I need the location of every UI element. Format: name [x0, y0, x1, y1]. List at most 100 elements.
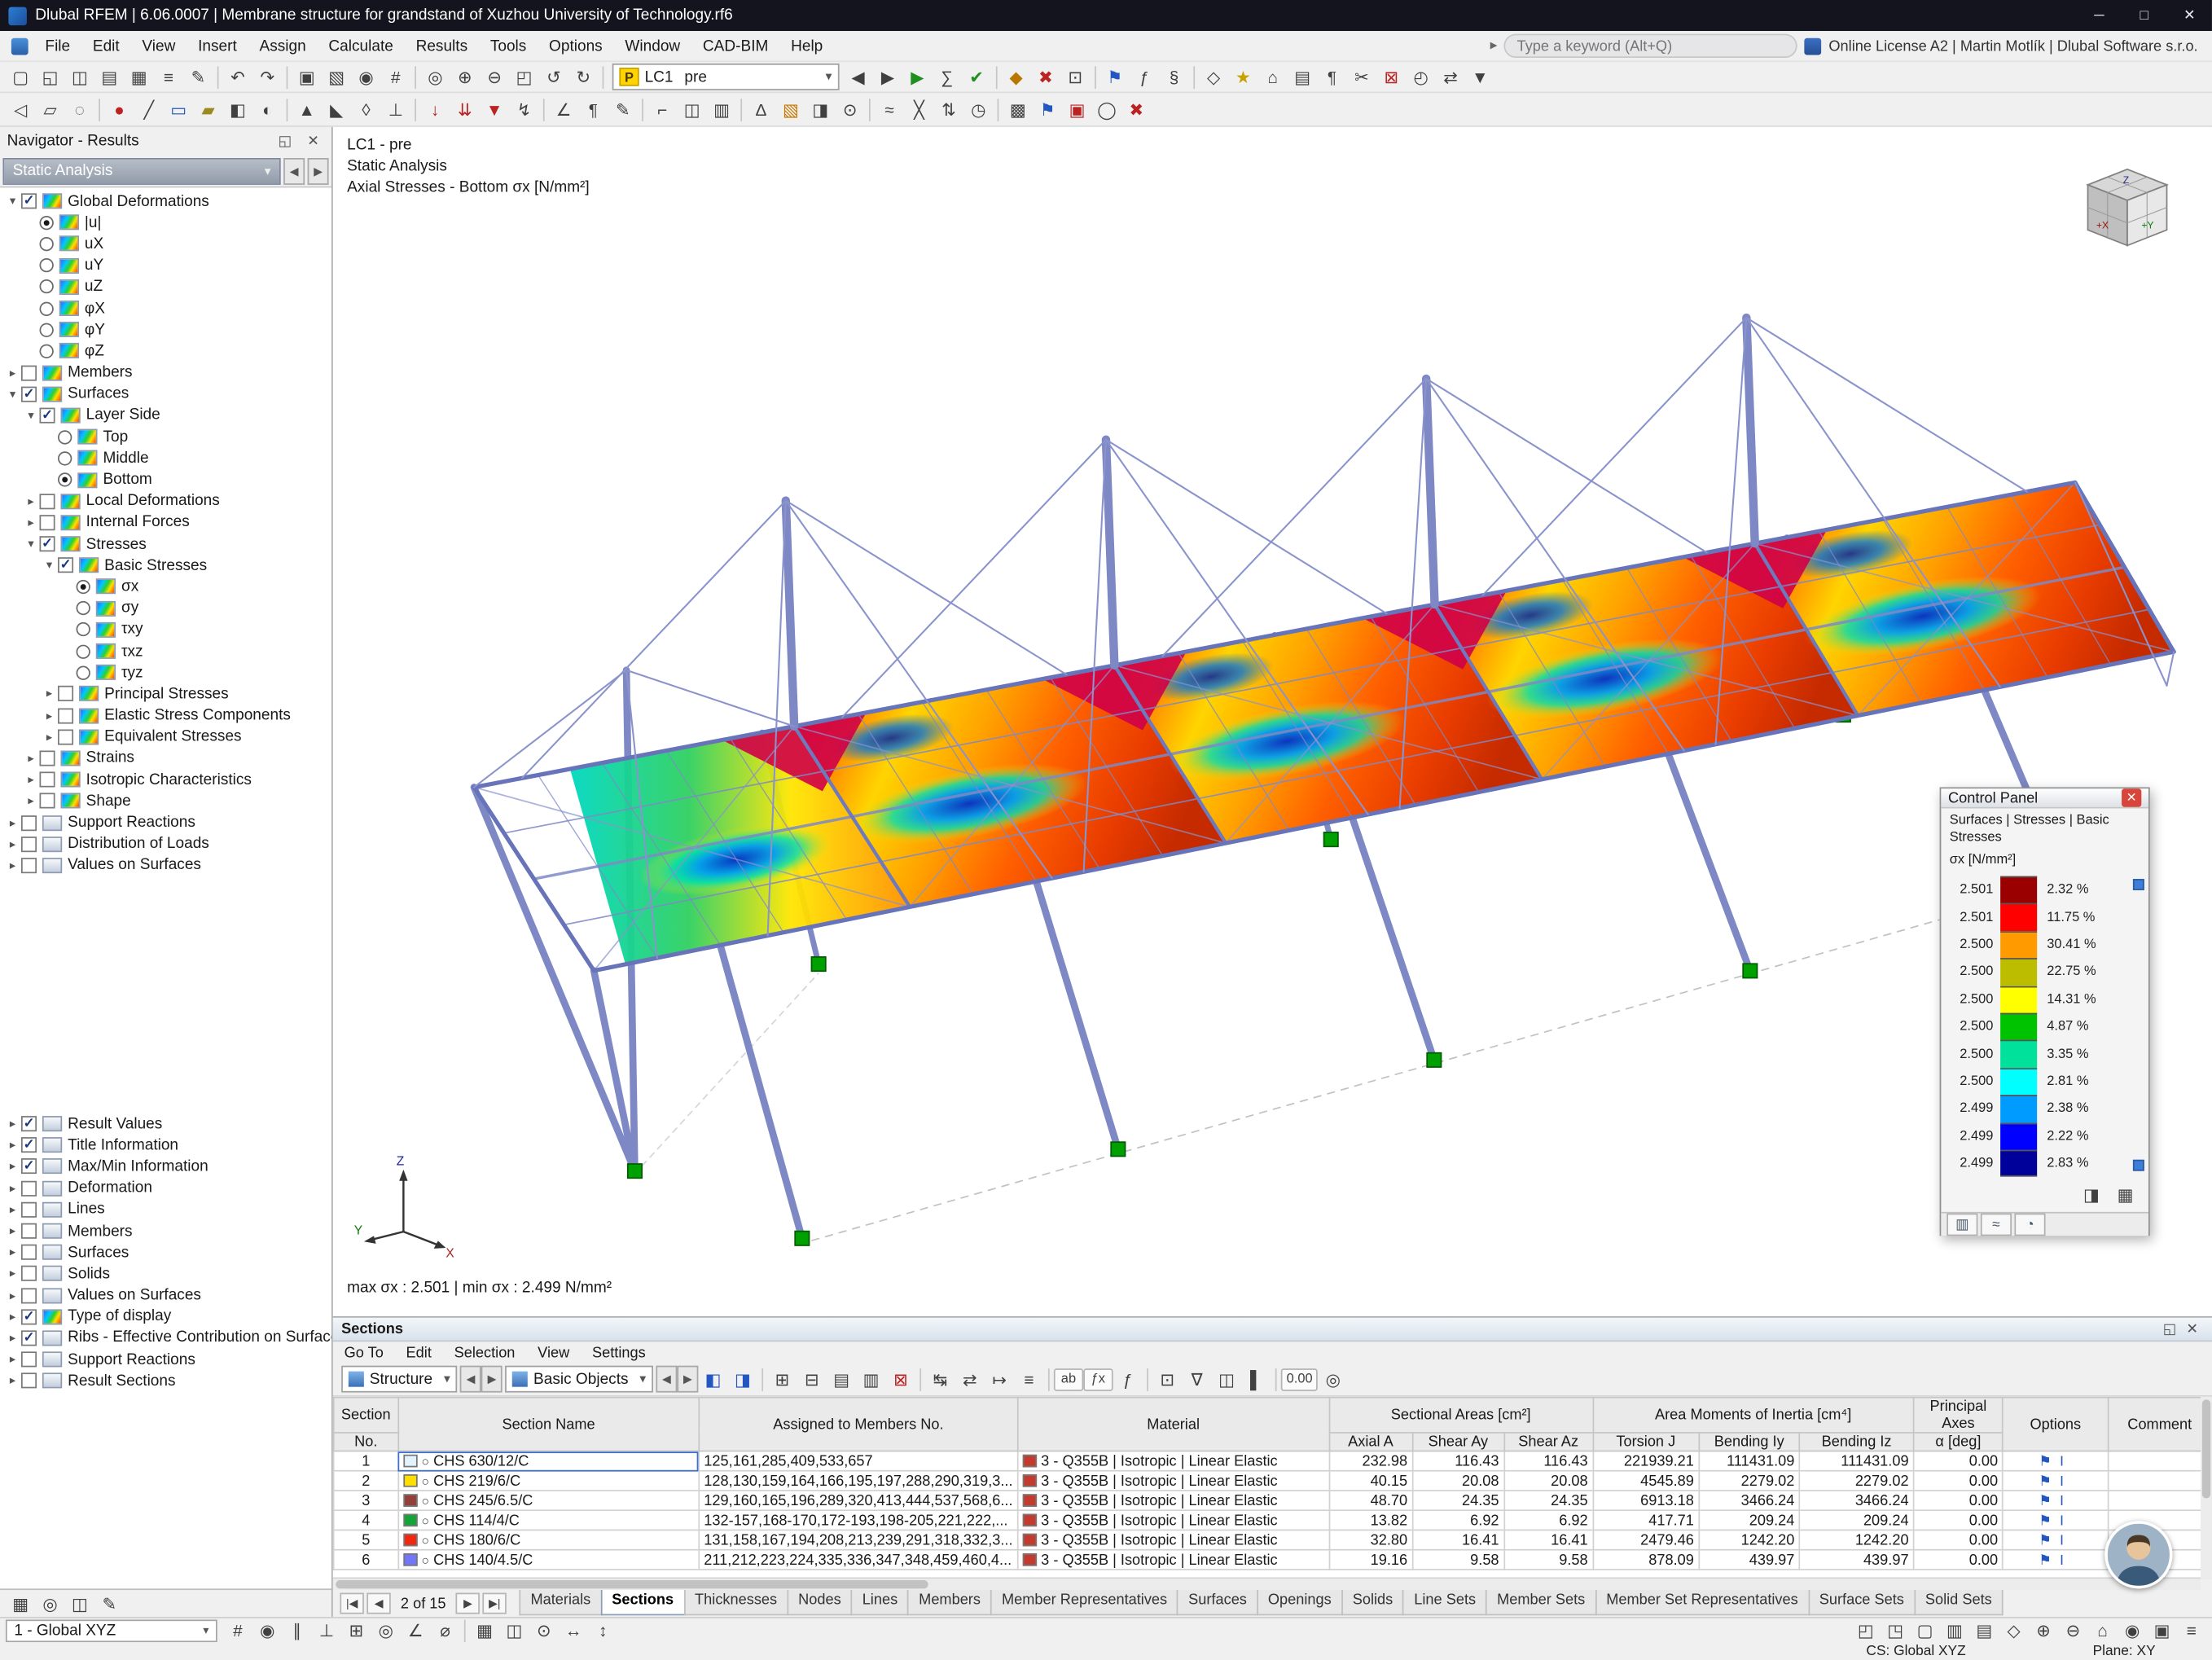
line-hinge-button[interactable]: ⊥ — [381, 96, 410, 123]
table-group-selector[interactable]: Structure ▾ — [341, 1365, 458, 1393]
checkbox[interactable] — [58, 729, 74, 745]
opening-button[interactable]: ◐ — [252, 96, 282, 123]
view-xy-button[interactable]: ▢ — [1910, 1617, 1939, 1644]
sync-graphic-button[interactable]: ⊡ — [1152, 1366, 1182, 1393]
tree-item[interactable]: ▸ Distribution of Loads — [0, 833, 331, 854]
comment-cell[interactable] — [2107, 1490, 2212, 1512]
menu-insert[interactable]: Insert — [187, 30, 248, 61]
checkbox[interactable] — [20, 364, 37, 380]
isometric-view-button[interactable]: ◇ — [1999, 1617, 2028, 1644]
table-group-prev-button[interactable]: ◀ — [459, 1365, 481, 1393]
checkbox[interactable]: ✓ — [20, 1158, 37, 1175]
bending-iy-cell[interactable]: 439.97 — [1698, 1548, 1801, 1570]
float-panel-icon[interactable]: ◱ — [274, 130, 296, 152]
menu-tools[interactable]: Tools — [479, 30, 538, 61]
alpha-cell[interactable]: 0.00 — [1912, 1450, 2004, 1472]
column-header[interactable]: Axial A — [1328, 1432, 1414, 1452]
expand-closed-icon[interactable]: ▸ — [4, 365, 21, 380]
radio-button[interactable] — [76, 579, 90, 595]
expand-closed-icon[interactable]: ▸ — [4, 837, 21, 852]
clip-button[interactable]: ✂ — [1347, 64, 1376, 90]
table-tab-line-sets[interactable]: Line Sets — [1402, 1590, 1487, 1616]
tree-item[interactable]: ▸ Solids — [0, 1263, 331, 1285]
tree-item[interactable]: uY — [0, 255, 331, 276]
import-export-button[interactable]: ⇄ — [955, 1366, 985, 1393]
checkbox[interactable] — [20, 815, 37, 831]
members-cell[interactable]: 129,160,165,196,289,320,413,444,537,568,… — [698, 1490, 1019, 1512]
table-tab-sections[interactable]: Sections — [600, 1590, 685, 1616]
member-load-button[interactable]: ⇊ — [450, 96, 480, 123]
time-history-button[interactable]: ◷ — [963, 96, 993, 123]
checkbox[interactable] — [39, 515, 55, 531]
radio-button[interactable] — [39, 323, 54, 337]
table-group-next-button[interactable]: ▶ — [481, 1365, 503, 1393]
navigator-tab-data[interactable]: ▦ — [6, 1590, 35, 1617]
previous-analysis-button[interactable]: ◀ — [283, 157, 305, 185]
table-view-button[interactable]: ◧ — [698, 1366, 727, 1393]
grid-button[interactable]: # — [381, 64, 410, 90]
next-load-case-button[interactable]: ▶ — [873, 64, 902, 90]
radio-button[interactable] — [76, 643, 90, 659]
result-tables-button[interactable]: ⊡ — [1060, 64, 1090, 90]
line-button[interactable]: ╱ — [134, 96, 164, 123]
expand-closed-icon[interactable]: ▸ — [4, 858, 21, 873]
expand-closed-icon[interactable]: ▸ — [4, 1138, 21, 1153]
checkbox[interactable]: ✓ — [20, 193, 37, 209]
fullscreen-button[interactable]: ▣ — [2147, 1617, 2176, 1644]
display-mode-button[interactable]: ▧ — [322, 64, 351, 90]
bending-iz-cell[interactable]: 2279.02 — [1798, 1469, 1915, 1491]
radio-button[interactable] — [39, 258, 54, 273]
text-comment-button[interactable]: ¶ — [578, 96, 608, 123]
clipping-box-button[interactable]: ◫ — [677, 96, 706, 123]
radio-button[interactable] — [39, 236, 54, 252]
section-name-cell[interactable]: ○ CHS 114/4/C — [397, 1509, 700, 1531]
checkbox[interactable]: ✓ — [20, 386, 37, 402]
sections-menu-selection[interactable]: Selection — [454, 1344, 516, 1361]
tree-item[interactable]: uZ — [0, 276, 331, 297]
radio-button[interactable] — [76, 622, 90, 637]
column-header[interactable]: Principal Axes — [1912, 1396, 2004, 1434]
torsion-cell[interactable]: 878.09 — [1591, 1548, 1700, 1570]
dimension-button[interactable]: ∠ — [549, 96, 578, 123]
checkbox[interactable]: ✓ — [20, 1309, 37, 1325]
torsion-cell[interactable]: 4545.89 — [1591, 1469, 1700, 1491]
axial-area-cell[interactable]: 19.16 — [1328, 1548, 1414, 1570]
tree-item[interactable]: ▸ Lines — [0, 1199, 331, 1220]
table-tab-surface-sets[interactable]: Surface Sets — [1807, 1590, 1916, 1616]
checkbox[interactable] — [20, 1372, 37, 1389]
sections-menu-go-to[interactable]: Go To — [345, 1344, 384, 1361]
minimize-button[interactable]: ─ — [2077, 0, 2122, 31]
menu-help[interactable]: Help — [779, 30, 834, 61]
undo-button[interactable]: ↶ — [223, 64, 252, 90]
graphics-area[interactable]: LC1 - pre Static Analysis Axial Stresses… — [332, 126, 2212, 1317]
sections-menu-settings[interactable]: Settings — [592, 1344, 646, 1361]
close-panel-icon[interactable]: ✕ — [302, 130, 325, 152]
previous-view-button[interactable]: ↺ — [539, 64, 568, 90]
checkbox[interactable] — [39, 771, 55, 788]
comment-cell[interactable] — [2107, 1469, 2212, 1491]
column-header[interactable]: Bending Iz — [1798, 1432, 1915, 1452]
shear-area-z-cell[interactable]: 9.58 — [1503, 1548, 1594, 1570]
float-panel-icon[interactable]: ◱ — [2158, 1319, 2181, 1340]
shear-area-y-cell[interactable]: 6.92 — [1411, 1509, 1505, 1531]
diameter-snap-toggle[interactable]: ⌀ — [430, 1617, 459, 1644]
pick-button[interactable]: ≡ — [1014, 1366, 1043, 1393]
members-cell[interactable]: 125,161,285,409,533,657 — [698, 1450, 1019, 1472]
member-button[interactable]: ▭ — [164, 96, 193, 123]
bracing-button[interactable]: ╳ — [904, 96, 933, 123]
display-properties-button[interactable]: ▤ — [1288, 64, 1317, 90]
reverse-orientation-button[interactable]: ⇅ — [934, 96, 963, 123]
checkbox[interactable] — [20, 857, 37, 874]
structure-model[interactable] — [333, 127, 2212, 1316]
surface-load-button[interactable]: ▼ — [480, 96, 509, 123]
move-x-toggle[interactable]: ↔ — [559, 1617, 588, 1644]
material-cell[interactable]: 3 - Q355B | Isotropic | Linear Elastic — [1016, 1450, 1330, 1472]
axial-area-cell[interactable]: 13.82 — [1328, 1509, 1414, 1531]
nodal-load-button[interactable]: ↓ — [420, 96, 450, 123]
shear-area-z-cell[interactable]: 6.92 — [1503, 1509, 1594, 1531]
search-button[interactable]: ◎ — [1319, 1366, 1348, 1393]
table-row[interactable]: 2 ○ CHS 219/6/C 128,130,159,164,166,195,197… — [332, 1469, 2212, 1491]
legend-options-button[interactable]: ▦ — [2110, 1181, 2140, 1208]
search-input[interactable] — [1516, 37, 1785, 55]
panel-tab-filter[interactable]: ◔ — [2014, 1214, 2046, 1236]
